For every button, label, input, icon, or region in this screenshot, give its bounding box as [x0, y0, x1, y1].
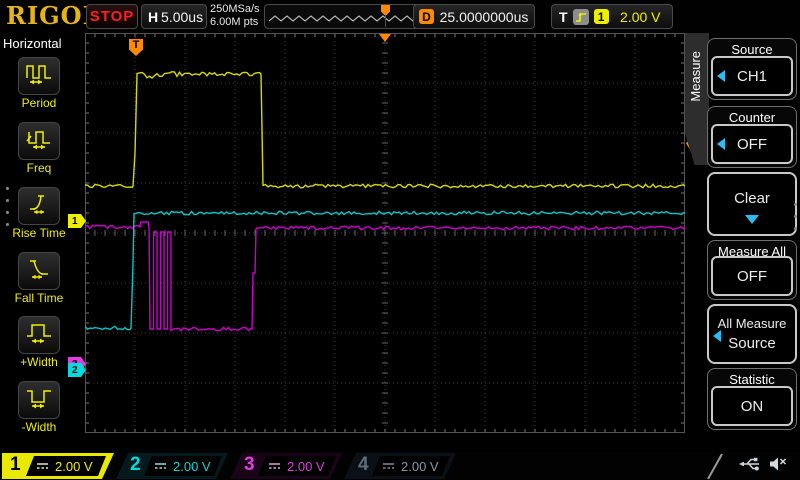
- preview-trigger-line: [385, 15, 386, 27]
- source-value: CH1: [737, 68, 767, 85]
- fall-time-label: Fall Time: [0, 291, 78, 305]
- counter-group: Counter OFF: [707, 106, 797, 168]
- rising-edge-icon: [573, 9, 589, 25]
- period-icon: [25, 62, 53, 91]
- channel3-scale: 2.00 V: [287, 459, 325, 474]
- channel2-scale: 2.00 V: [173, 459, 211, 474]
- oscilloscope-screen: RIGOL STOP H 5.00us 250MSa/s 6.00M pts D…: [0, 0, 800, 480]
- fall-time-button[interactable]: [18, 252, 60, 290]
- pwidth-label: +Width: [0, 355, 78, 369]
- rise-time-icon: [25, 192, 53, 221]
- top-status-bar: RIGOL STOP H 5.00us 250MSa/s 6.00M pts D…: [0, 0, 800, 31]
- period-label: Period: [0, 96, 78, 110]
- menu-item-fall-time[interactable]: Fall Time: [0, 252, 78, 305]
- channel4-indicator[interactable]: 4 2.00 V: [344, 453, 456, 479]
- status-icons: [738, 455, 788, 473]
- menu-item-pwidth[interactable]: +Width: [0, 316, 78, 369]
- left-menu-title: Horizontal: [3, 36, 62, 51]
- measure-all-button[interactable]: OFF: [711, 256, 793, 296]
- measure-all-value: OFF: [737, 268, 767, 285]
- statistic-value: ON: [741, 398, 764, 415]
- channel1-number: 1: [10, 454, 21, 476]
- source-button[interactable]: CH1: [711, 56, 793, 96]
- clear-label: Clear: [709, 190, 795, 207]
- dc-coupling-icon: [268, 461, 281, 471]
- horizontal-measure-menu: Horizontal Period Freq Rise Time Fall Ti…: [0, 31, 85, 452]
- sample-rate: 250MSa/s: [210, 3, 260, 16]
- channel2-scale-box: 2.00 V: [144, 456, 222, 476]
- channel3-scale-box: 2.00 V: [258, 456, 336, 476]
- trigger-position-indicator[interactable]: [379, 34, 391, 42]
- trace-ch2: [85, 211, 685, 330]
- dc-coupling-icon: [382, 461, 395, 471]
- measure-all-group: Measure All OFF: [707, 240, 797, 300]
- delay-badge: D: [419, 9, 434, 24]
- channel3-number: 3: [244, 454, 255, 476]
- channel2-indicator[interactable]: 2 2.00 V: [116, 453, 228, 479]
- freq-icon: [25, 127, 53, 156]
- all-measure-source-button[interactable]: All Measure Source: [707, 304, 797, 364]
- chevron-left-icon: [713, 330, 721, 342]
- rise-time-button[interactable]: [18, 187, 60, 225]
- run-state-label: STOP: [90, 8, 135, 25]
- trigger-readout-button[interactable]: T 1 2.00 V: [551, 4, 673, 29]
- measure-tab-label: Measure: [688, 51, 703, 102]
- fall-time-icon: [25, 257, 53, 286]
- menu-item-nwidth[interactable]: -Width: [0, 381, 78, 434]
- dc-coupling-icon: [36, 461, 49, 471]
- statistic-group: Statistic ON: [707, 368, 797, 430]
- horizontal-timebase-button[interactable]: H 5.00us: [141, 4, 207, 29]
- trigger-prefix: T: [559, 9, 568, 25]
- channel2-number: 2: [130, 454, 141, 476]
- delay-value: 25.0000000us: [440, 9, 529, 25]
- channel4-scale-box: 2.00 V: [372, 456, 450, 476]
- channel4-number: 4: [358, 454, 369, 476]
- counter-button[interactable]: OFF: [711, 124, 793, 164]
- usb-icon[interactable]: [738, 455, 762, 473]
- waveform-display: T 1 3 2 T: [85, 33, 685, 433]
- statistic-button[interactable]: ON: [711, 386, 793, 426]
- delay-readout-button[interactable]: D 25.0000000us: [413, 4, 535, 29]
- counter-value: OFF: [737, 136, 767, 153]
- run-state-button[interactable]: STOP: [86, 4, 138, 29]
- channel1-scale: 2.00 V: [55, 459, 93, 474]
- acquisition-info: 250MSa/s 6.00M pts: [210, 3, 260, 28]
- trigger-level-value: 2.00 V: [620, 9, 660, 25]
- trace-ch3: [85, 222, 685, 331]
- freq-label: Freq: [0, 161, 78, 175]
- horizontal-prefix: H: [148, 9, 158, 25]
- chevron-left-icon: [717, 70, 725, 82]
- timebase-value: 5.00us: [161, 9, 203, 25]
- menu-item-rise-time[interactable]: Rise Time: [0, 187, 78, 240]
- menu-item-freq[interactable]: Freq: [0, 122, 78, 175]
- all-measure-line2: Source: [709, 335, 795, 352]
- chevron-left-icon: [717, 138, 725, 150]
- channel4-scale: 2.00 V: [401, 459, 439, 474]
- channel1-indicator[interactable]: 1 2.00 V: [2, 453, 114, 479]
- rise-time-label: Rise Time: [0, 226, 78, 240]
- period-button[interactable]: [18, 57, 60, 95]
- freq-button[interactable]: [18, 122, 60, 160]
- status-separator: [703, 453, 725, 479]
- scope-traces: [85, 33, 685, 433]
- channel-status-bar: 1 2.00 V 2 2.00 V 3 2.00 V 4 2.0: [0, 452, 800, 480]
- channel1-scale-box: 2.00 V: [26, 456, 106, 476]
- channel3-indicator[interactable]: 3 2.00 V: [230, 453, 342, 479]
- menu-item-period[interactable]: Period: [0, 57, 78, 110]
- memory-depth: 6.00M pts: [210, 16, 260, 29]
- dc-coupling-icon: [154, 461, 167, 471]
- pwidth-icon: [25, 321, 53, 350]
- trigger-source-badge: 1: [594, 9, 609, 24]
- speaker-muted-icon[interactable]: [768, 455, 788, 473]
- nwidth-button[interactable]: [18, 381, 60, 419]
- chevron-down-icon: [745, 215, 759, 224]
- nwidth-icon: [25, 386, 53, 415]
- all-measure-line1: All Measure: [709, 316, 795, 331]
- nwidth-label: -Width: [0, 420, 78, 434]
- pwidth-button[interactable]: [18, 316, 60, 354]
- clear-button[interactable]: Clear: [707, 172, 797, 236]
- source-group: Source CH1: [707, 38, 797, 100]
